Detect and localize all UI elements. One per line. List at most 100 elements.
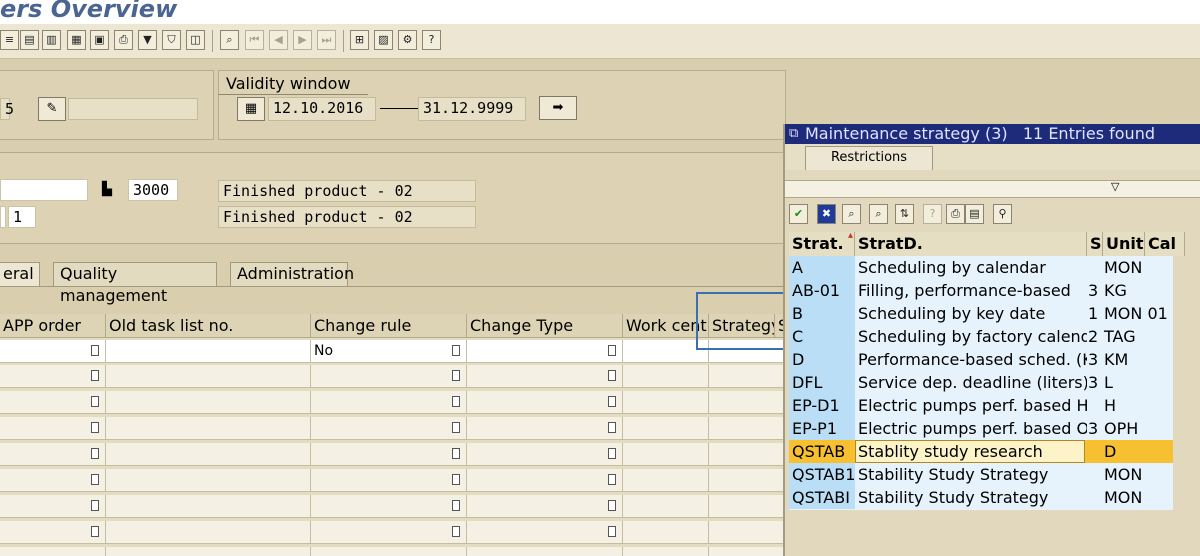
chevron-down-icon[interactable]: ▽ (1111, 180, 1119, 193)
list-item-strat[interactable]: C (789, 325, 855, 348)
table-cell[interactable] (0, 495, 106, 518)
info-icon[interactable]: ? (923, 204, 942, 224)
list-item-strat[interactable]: QSTAB (789, 440, 855, 463)
f4-help-icon[interactable] (91, 526, 99, 537)
table-cell[interactable] (106, 521, 311, 544)
table-cell[interactable] (311, 443, 467, 466)
settings-icon[interactable]: ⚙ (398, 30, 417, 50)
f4-help-icon[interactable] (608, 370, 616, 381)
f4-help-icon[interactable] (452, 422, 460, 433)
list-detail-icon[interactable]: ▤ (20, 30, 39, 50)
f4-help-icon[interactable] (608, 500, 616, 511)
table-cell[interactable] (106, 495, 311, 518)
table-cell[interactable] (623, 521, 709, 544)
list-item-unit[interactable]: H (1101, 394, 1181, 417)
table-cell[interactable] (623, 391, 709, 414)
graphic-icon[interactable]: ▨ (374, 30, 393, 50)
f4-help-icon[interactable] (91, 448, 99, 459)
list-item-strat[interactable]: QSTAB1 (789, 463, 855, 486)
list-item-desc[interactable]: Stablity study research (855, 440, 1087, 463)
table-cell[interactable] (311, 495, 467, 518)
table-cell[interactable] (623, 547, 709, 556)
f4-help-icon[interactable] (452, 448, 460, 459)
tab-administration[interactable]: Administration (230, 262, 354, 286)
f4-help-icon[interactable] (91, 396, 99, 407)
validity-next-button[interactable]: ➡ (539, 96, 577, 120)
f4-help-icon[interactable] (452, 526, 460, 537)
table-cell[interactable] (0, 365, 106, 388)
table-cell[interactable] (623, 365, 709, 388)
find-icon[interactable]: ⌕ (220, 30, 239, 50)
table-cell[interactable] (106, 391, 311, 414)
column-header-change-type[interactable]: Change Type (467, 314, 623, 338)
column-header-cal[interactable]: Cal (1145, 232, 1185, 256)
short-field[interactable]: 5 (0, 98, 14, 120)
valid-to-field[interactable]: 31.12.9999 (418, 97, 526, 121)
table-cell[interactable] (709, 443, 785, 466)
table-cell[interactable] (0, 417, 106, 440)
table-cell[interactable] (623, 417, 709, 440)
f4-help-icon[interactable] (91, 500, 99, 511)
f4-help-icon[interactable] (452, 396, 460, 407)
list-item-unit[interactable]: L (1101, 371, 1181, 394)
list-item-desc[interactable]: Scheduling by calendar (855, 256, 1087, 279)
table-cell[interactable] (311, 417, 467, 440)
export-icon[interactable]: ▤ (965, 204, 984, 224)
f4-help-icon[interactable] (91, 370, 99, 381)
table-cell[interactable] (709, 391, 785, 414)
first-page-icon[interactable]: ⏮ (245, 30, 264, 50)
list-item-desc[interactable]: Stability Study Strategy (855, 486, 1087, 509)
sort-icon[interactable]: ⇅ (895, 204, 914, 224)
column-header-old-task-list[interactable]: Old task list no. (106, 314, 311, 338)
f4-help-icon[interactable] (608, 396, 616, 407)
list-item-desc[interactable]: Scheduling by key date (855, 302, 1087, 325)
find-icon[interactable]: ⌕ (842, 204, 861, 224)
layout-icon[interactable]: ◫ (186, 30, 205, 50)
table-cell[interactable] (106, 365, 311, 388)
list-item-strat[interactable]: EP-D1 (789, 394, 855, 417)
list-item-desc[interactable]: Performance-based sched. (KM) (855, 348, 1087, 371)
tab-quality-management[interactable]: Quality management (53, 262, 217, 305)
check-icon[interactable]: ✔ (789, 204, 808, 224)
table-cell[interactable] (106, 469, 311, 492)
column-header-strategy[interactable]: Strat. ▴ (789, 232, 855, 256)
print-icon[interactable]: ⎙ (114, 30, 133, 50)
table-cell[interactable] (467, 365, 623, 388)
table-cell[interactable] (467, 417, 623, 440)
table-cell[interactable] (709, 469, 785, 492)
list-item-unit[interactable]: MON (1101, 486, 1181, 509)
table-cell[interactable]: No (311, 340, 467, 363)
group-field[interactable] (0, 206, 6, 228)
list-item-strat[interactable]: D (789, 348, 855, 371)
table-cell[interactable] (709, 495, 785, 518)
list-item-unit[interactable]: MON (1101, 256, 1181, 279)
table-cell[interactable] (467, 521, 623, 544)
table-cell[interactable] (0, 443, 106, 466)
select-icon[interactable]: ▦ (67, 30, 86, 50)
header-text-field[interactable] (68, 98, 198, 120)
table-cell[interactable] (467, 495, 623, 518)
list-item-desc[interactable]: Stability Study Strategy (855, 463, 1087, 486)
column-header-unit[interactable]: Unit (1103, 232, 1145, 256)
cancel-icon[interactable]: ✖ (817, 204, 836, 224)
list-item-unit[interactable]: D (1101, 440, 1181, 463)
list-item-unit[interactable]: MON (1101, 463, 1181, 486)
f4-help-icon[interactable] (608, 448, 616, 459)
edit-button[interactable]: ✎ (38, 97, 66, 121)
table-cell[interactable] (311, 391, 467, 414)
table-cell[interactable] (0, 547, 106, 556)
table-cell[interactable] (709, 365, 785, 388)
material-field[interactable] (0, 179, 88, 201)
print-icon[interactable]: ⎙ (946, 204, 965, 224)
column-header-description[interactable]: StratD. (855, 232, 1087, 256)
next-page-icon[interactable]: ▶ (293, 30, 312, 50)
list-item-desc[interactable]: Service dep. deadline (liters) (855, 371, 1087, 394)
f4-help-icon[interactable] (452, 370, 460, 381)
f4-help-icon[interactable] (608, 422, 616, 433)
f4-help-icon[interactable] (452, 500, 460, 511)
tab-restrictions[interactable]: Restrictions (805, 146, 933, 170)
list-item-unit[interactable]: MON 01 (1101, 302, 1181, 325)
table-cell[interactable] (623, 469, 709, 492)
list-item-unit[interactable]: OPH (1101, 417, 1181, 440)
f4-help-icon[interactable] (608, 474, 616, 485)
